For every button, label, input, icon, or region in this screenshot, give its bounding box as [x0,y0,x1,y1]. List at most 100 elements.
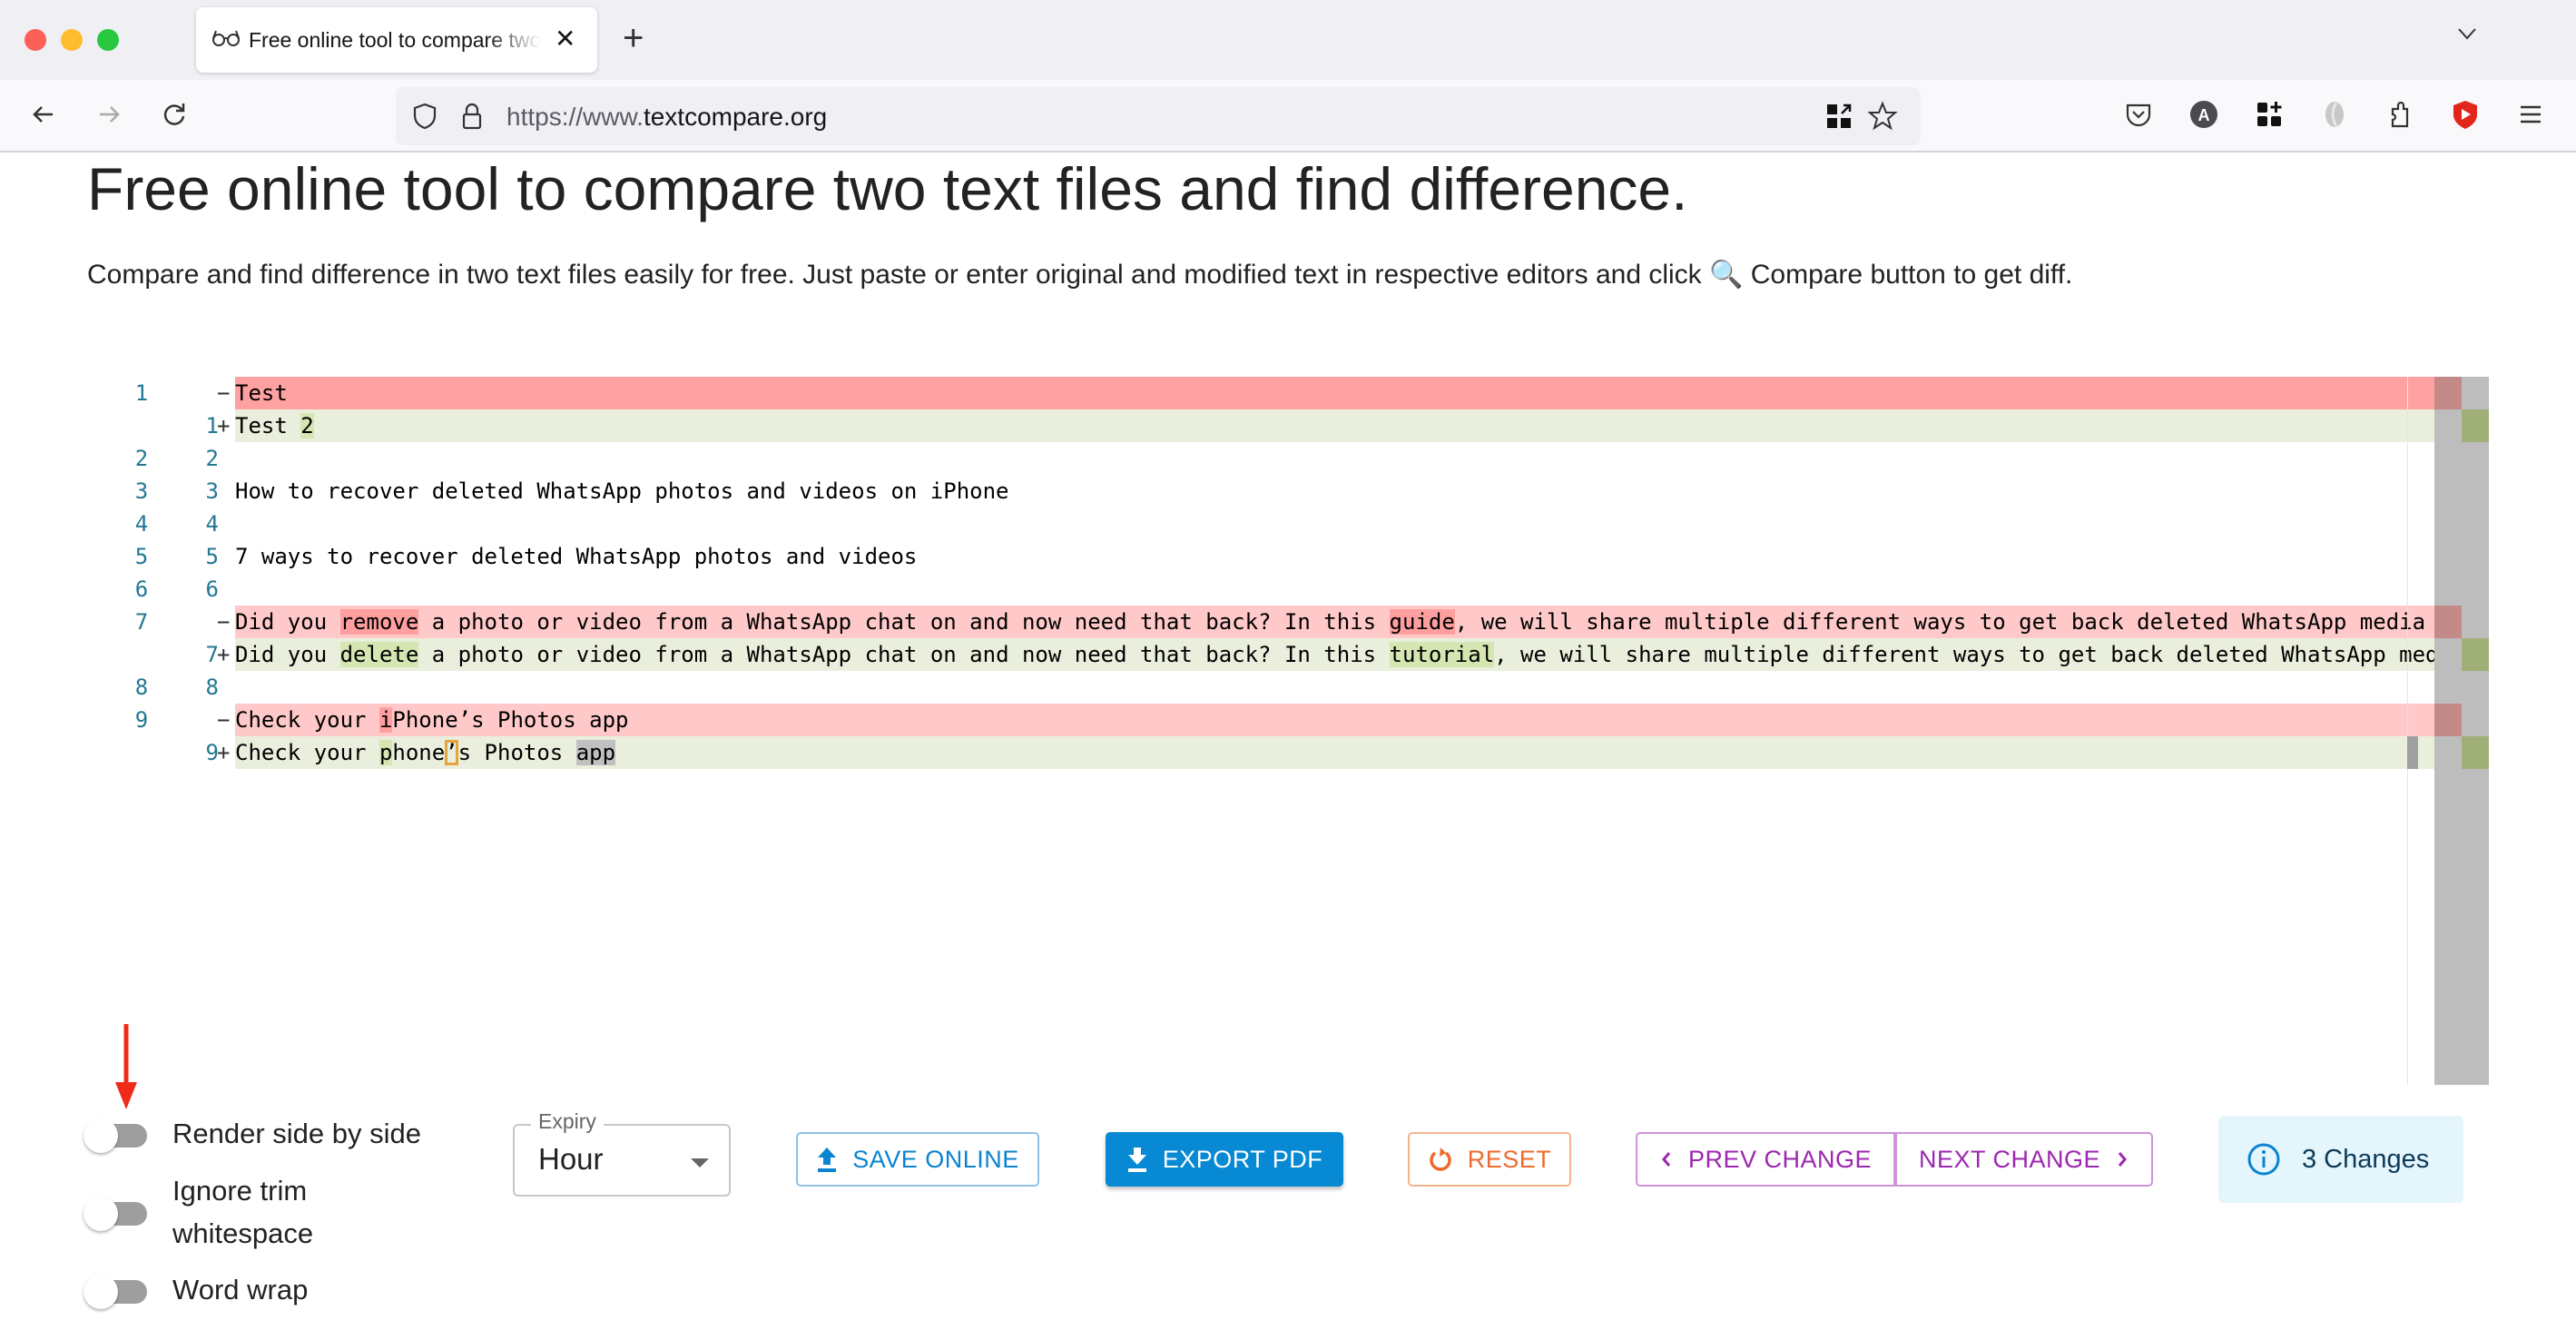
line-number-modified: 3 [205,478,219,504]
minus-marker-icon: − [217,380,231,406]
code-text: Check your [235,707,379,733]
next-change-button[interactable]: NEXT CHANGE [1895,1132,2153,1187]
line-content[interactable]: Check your iPhone’s Photos app [235,704,2434,736]
chevron-left-icon [1661,1152,1671,1167]
diff-row-inserted[interactable]: 1 + Test 2 [87,409,2434,442]
line-content[interactable] [235,442,2434,475]
url-domain: textcompare.org [643,103,828,131]
diff-row-inserted[interactable]: 9 + Check your phone’s Photos app [87,736,2434,769]
ignore-trim-whitespace-toggle[interactable] [84,1197,152,1231]
new-tab-button[interactable]: + [623,18,644,59]
plus-marker-icon: + [217,413,231,438]
deleted-text-highlight: guide [1389,609,1455,635]
reset-icon [1430,1148,1451,1171]
render-side-by-side-toggle[interactable] [84,1118,152,1153]
inserted-text-highlight: 2 [300,413,314,438]
code-text: Phone’s Photos app [392,707,629,733]
prev-change-button[interactable]: PREV CHANGE [1636,1132,1895,1187]
code-text: s Photos [457,740,576,765]
menu-icon[interactable] [2514,98,2547,131]
line-content[interactable]: How to recover deleted WhatsApp photos a… [235,475,2434,507]
download-icon [1127,1148,1146,1172]
diff-row-deleted[interactable]: 1 − Test [87,377,2434,409]
maximize-window-button[interactable] [97,29,119,51]
brave-shield-icon[interactable] [2449,98,2482,131]
forward-icon[interactable] [93,98,125,131]
overview-ruler-scrollbar[interactable] [2434,377,2489,1085]
line-number-original: 7 [134,609,149,635]
reload-icon[interactable] [158,98,191,131]
page-description: Compare and find difference in two text … [87,259,2072,291]
reset-label: RESET [1467,1145,1552,1173]
qr-code-icon[interactable] [1824,102,1853,131]
tab-title-fade [487,16,541,62]
changes-count-text: 3 Changes [2302,1144,2430,1174]
diff-row-unchanged[interactable]: 22 [87,442,2434,475]
export-pdf-button[interactable]: EXPORT PDF [1106,1132,1343,1187]
dropdown-caret-icon [691,1158,709,1168]
url-text[interactable]: https://www.textcompare.org [506,103,827,132]
puzzle-icon[interactable] [2384,98,2416,131]
horizontal-scroll-thumb[interactable] [2407,736,2418,769]
line-content[interactable]: Did you delete a photo or video from a W… [235,638,2434,671]
diff-row-unchanged[interactable]: 44 [87,507,2434,540]
overview-deletion-mark [2434,606,2462,638]
pocket-icon[interactable] [2122,98,2155,131]
line-content[interactable]: Did you remove a photo or video from a W… [235,606,2434,638]
close-window-button[interactable] [25,29,46,51]
description-text-end: Compare button to get diff. [1743,260,2073,290]
toggle-thumb [84,1275,118,1309]
browser-tab-active[interactable]: Free online tool to compare two text fil… [196,7,597,73]
word-wrap-toggle[interactable] [84,1275,152,1309]
diff-row-deleted[interactable]: 9 − Check your iPhone’s Photos app [87,704,2434,736]
overview-insertion-mark [2462,638,2489,671]
line-number-modified: 2 [205,446,219,471]
shield-icon[interactable] [408,100,441,133]
line-number-original: 5 [134,544,149,569]
line-content[interactable]: 7 ways to recover deleted WhatsApp photo… [235,540,2434,573]
extensions-grid-icon[interactable] [2253,98,2286,131]
line-content[interactable] [235,507,2434,540]
line-number-modified: 5 [205,544,219,569]
description-text: Compare and find difference in two text … [87,260,1710,290]
expiry-select[interactable]: Expiry Hour [513,1109,731,1197]
line-content[interactable]: Check your phone’s Photos app [235,736,2434,769]
overview-insertion-mark [2462,409,2489,442]
back-icon[interactable] [27,98,60,131]
extension-gray-icon[interactable] [2318,98,2351,131]
editor-ruler [2407,377,2408,1085]
line-content[interactable]: Test 2 [235,409,2434,442]
code-text: Check your [235,740,379,765]
diff-row-deleted[interactable]: 7 − Did you remove a photo or video from a… [87,606,2434,638]
annotation-arrow-icon [115,1024,137,1109]
diff-row-unchanged[interactable]: 5 5 7 ways to recover deleted WhatsApp pho… [87,540,2434,573]
close-tab-icon[interactable]: ✕ [555,24,575,54]
url-bar[interactable]: https://www.textcompare.org [396,87,1921,145]
minimize-window-button[interactable] [61,29,83,51]
next-change-label: NEXT CHANGE [1918,1145,2101,1173]
reset-button[interactable]: RESET [1408,1132,1571,1187]
save-online-button[interactable]: SAVE ONLINE [796,1132,1039,1187]
line-content[interactable] [235,671,2434,704]
page-title: Free online tool to compare two text fil… [87,155,1688,222]
account-avatar-icon[interactable]: A [2188,98,2220,131]
word-wrap-label: Word wrap [172,1274,309,1306]
line-number-original: 4 [134,511,149,537]
svg-text:A: A [2198,106,2210,124]
line-number-original: 2 [134,446,149,471]
bookmark-star-icon[interactable] [1866,100,1899,133]
line-content[interactable]: Test [235,377,2434,409]
code-text: a photo or video from a WhatsApp chat on… [418,642,1390,667]
line-content[interactable] [235,573,2434,606]
chevron-right-icon [2118,1152,2127,1167]
diff-row-unchanged[interactable]: 3 3 How to recover deleted WhatsApp photos… [87,475,2434,507]
diff-editor[interactable]: 9 + Check your phone’s Photos app 9− Check y… [87,377,2489,1085]
minus-marker-icon: − [217,609,231,635]
diff-row-unchanged[interactable]: 88 [87,671,2434,704]
chevron-down-icon[interactable] [2455,22,2479,45]
diff-row-inserted[interactable]: 7 + Did you delete a photo or video from a… [87,638,2434,671]
line-number-original: 3 [134,478,149,504]
diff-row-unchanged[interactable]: 66 [87,573,2434,606]
save-online-label: SAVE ONLINE [852,1145,1019,1173]
lock-icon[interactable] [456,100,488,133]
